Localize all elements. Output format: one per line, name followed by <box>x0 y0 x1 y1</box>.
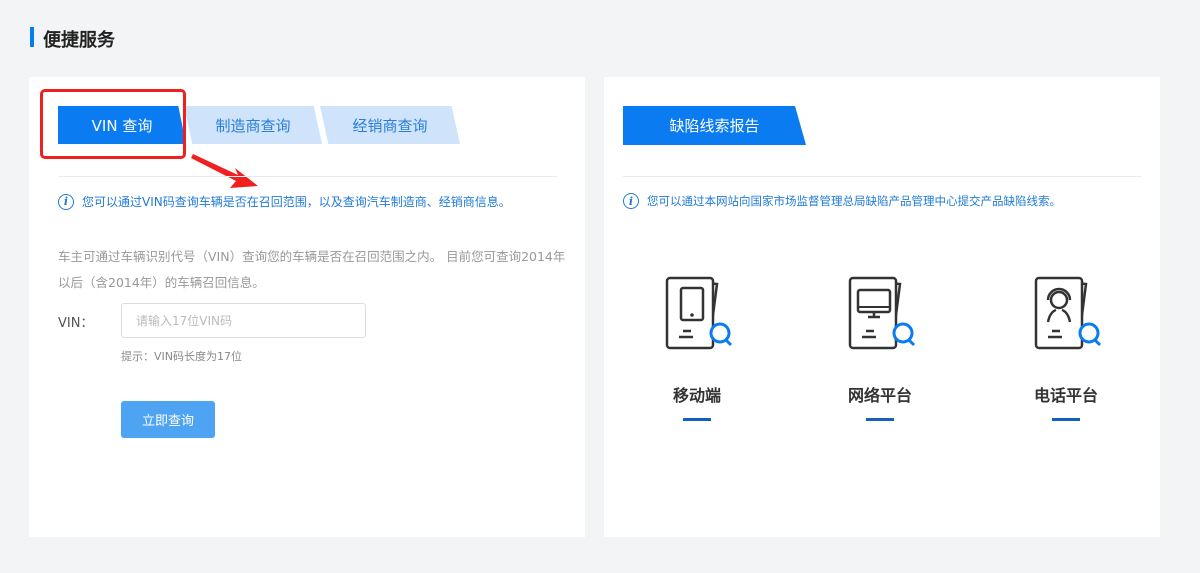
channel-phone[interactable]: 电话平台 <box>1006 270 1126 421</box>
tab-defect-report[interactable]: 缺陷线索报告 <box>623 106 806 145</box>
info-text: 您可以通过VIN码查询车辆是否在召回范围，以及查询汽车制造商、经销商信息。 <box>82 195 511 209</box>
channel-underline <box>866 418 894 421</box>
info-text: 您可以通过本网站向国家市场监督管理总局缺陷产品管理中心提交产品缺陷线索。 <box>647 194 1061 208</box>
channel-label: 网络平台 <box>847 386 912 405</box>
tab-manufacturer-query[interactable]: 制造商查询 <box>184 106 322 144</box>
query-now-button[interactable]: 立即查询 <box>121 401 215 438</box>
channel-web[interactable]: 网络平台 <box>820 270 940 421</box>
divider <box>58 176 557 177</box>
annotation-arrow-icon <box>191 154 258 188</box>
info-message: i 您可以通过本网站向国家市场监督管理总局缺陷产品管理中心提交产品缺陷线索。 <box>623 193 1061 209</box>
info-icon: i <box>623 193 639 209</box>
channel-underline <box>683 418 711 421</box>
divider <box>623 176 1142 177</box>
channel-underline <box>1052 418 1080 421</box>
vin-input[interactable] <box>121 303 366 338</box>
annotation-highlight-box <box>40 89 186 159</box>
channel-label: 电话平台 <box>1033 386 1098 405</box>
channel-label: 移动端 <box>672 386 721 405</box>
channel-mobile[interactable]: 移动端 <box>637 270 757 421</box>
headset-document-search-icon <box>1034 276 1102 350</box>
info-icon: i <box>58 193 74 210</box>
mobile-document-search-icon <box>665 276 733 350</box>
vin-label: VIN： <box>58 316 94 331</box>
section-accent-bar <box>30 27 34 47</box>
tab-dealer-query[interactable]: 经销商查询 <box>320 106 460 144</box>
description-text: 车主可通过车辆识别代号（VIN）查询您的车辆是否在召回范围之内。 目前您可查询2… <box>58 249 566 290</box>
section-title: 便捷服务 <box>43 30 115 51</box>
monitor-document-search-icon <box>848 276 916 350</box>
vin-hint: 提示：VIN码长度为17位 <box>121 350 242 363</box>
info-message: i 您可以通过VIN码查询车辆是否在召回范围，以及查询汽车制造商、经销商信息。 <box>58 193 511 210</box>
